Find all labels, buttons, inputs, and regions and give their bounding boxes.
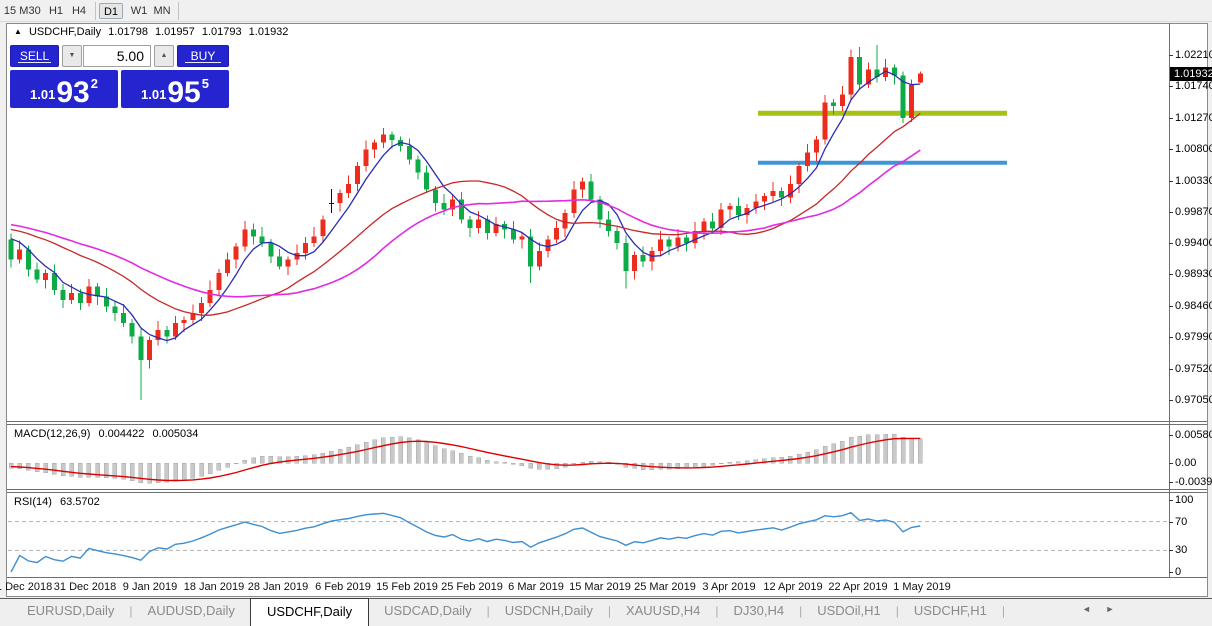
price-axis-line — [1169, 23, 1170, 578]
timeframe-15[interactable]: 15 — [3, 3, 17, 19]
price-axis-tick — [1169, 55, 1173, 56]
toolbar-separator — [178, 2, 179, 20]
panel-separator — [7, 424, 1207, 425]
rsi-axis-tick — [1169, 500, 1173, 501]
date-axis-label: 6 Feb 2019 — [315, 581, 371, 593]
rsi-axis-label: 100 — [1175, 494, 1193, 506]
panel-separator — [7, 492, 1207, 493]
current-price-tag: 1.01932 — [1170, 67, 1212, 81]
macd-value: 0.004422 — [98, 428, 144, 440]
toolbar-separator — [95, 2, 96, 20]
timeframe-w1[interactable]: W1 — [129, 3, 149, 19]
tab-scroll-right-icon[interactable]: ► — [1105, 604, 1120, 614]
chart-tab-usdcad-daily[interactable]: USDCAD,Daily — [369, 599, 486, 624]
price-axis-tick — [1169, 181, 1173, 182]
date-axis-label: 31 Dec 2018 — [54, 581, 116, 593]
rsi-axis-label: 0 — [1175, 566, 1181, 578]
date-axis-label: 15 Feb 2019 — [376, 581, 438, 593]
chart-tab-usdcnh-daily[interactable]: USDCNH,Daily — [490, 599, 608, 624]
date-axis-label: 9 Jan 2019 — [123, 581, 177, 593]
price-axis-label: 0.97520 — [1175, 363, 1212, 375]
price-axis-label: 1.02210 — [1175, 49, 1212, 61]
panel-separator[interactable] — [7, 489, 1207, 490]
date-axis-label: 15 Mar 2019 — [569, 581, 631, 593]
panel-separator — [7, 577, 1207, 578]
price-axis-label: 0.98930 — [1175, 268, 1212, 280]
timeframe-m30[interactable]: M30 — [17, 3, 43, 19]
date-axis-label: 18 Jan 2019 — [184, 581, 245, 593]
timeframe-h4[interactable]: H4 — [69, 3, 89, 19]
date-axis-label: 12 Apr 2019 — [763, 581, 822, 593]
price-axis-label: 0.98460 — [1175, 300, 1212, 312]
rsi-axis-label: 70 — [1175, 516, 1187, 528]
rsi-axis-tick — [1169, 550, 1173, 551]
price-axis-label: 1.01270 — [1175, 112, 1212, 124]
price-axis-tick — [1169, 400, 1173, 401]
ma-slow-line — [11, 150, 920, 297]
date-axis-label: 21 Dec 2018 — [0, 581, 52, 593]
rsi-label: RSI(14) 63.5702 — [14, 496, 105, 508]
chart-tab-usdoil-h1[interactable]: USDOil,H1 — [802, 599, 896, 624]
price-axis-tick — [1169, 306, 1173, 307]
chart-tab-eurusd-daily[interactable]: EURUSD,Daily — [12, 599, 129, 624]
date-axis-label: 22 Apr 2019 — [828, 581, 887, 593]
price-axis-tick — [1169, 274, 1173, 275]
date-axis-label: 28 Jan 2019 — [248, 581, 309, 593]
candlestick-chart[interactable] — [8, 33, 1169, 421]
timeframe-mn[interactable]: MN — [151, 3, 173, 19]
price-axis-tick — [1169, 337, 1173, 338]
chart-tab-bar: EURUSD,Daily|AUDUSD,DailyUSDCHF,DailyUSD… — [0, 598, 1212, 626]
price-axis-label: 1.01740 — [1175, 80, 1212, 92]
price-axis-label: 0.99870 — [1175, 206, 1212, 218]
date-axis-label: 25 Feb 2019 — [441, 581, 503, 593]
price-axis-label: 1.00800 — [1175, 143, 1212, 155]
chart-tab-usdchf-daily[interactable]: USDCHF,Daily — [250, 598, 369, 626]
macd-axis-tick — [1169, 463, 1173, 464]
macd-axis-label: -0.003945 — [1175, 476, 1212, 488]
price-axis-label: 0.99400 — [1175, 237, 1212, 249]
tab-divider: | — [1002, 599, 1005, 618]
chart-tab-xauusd-h4[interactable]: XAUUSD,H4 — [611, 599, 715, 624]
price-axis-tick — [1169, 118, 1173, 119]
chart-tab-dj30-h4[interactable]: DJ30,H4 — [719, 599, 800, 624]
rsi-axis-label: 30 — [1175, 544, 1187, 556]
date-axis-label: 3 Apr 2019 — [702, 581, 755, 593]
price-axis-tick — [1169, 243, 1173, 244]
macd-name: MACD(12,26,9) — [14, 428, 90, 440]
price-axis-label: 1.00330 — [1175, 175, 1212, 187]
price-axis-tick — [1169, 369, 1173, 370]
macd-axis-tick — [1169, 482, 1173, 483]
date-axis-label: 6 Mar 2019 — [508, 581, 564, 593]
tab-scroll-left-icon[interactable]: ◄ — [1082, 604, 1097, 614]
macd-axis-tick — [1169, 435, 1173, 436]
macd-label: MACD(12,26,9) 0.004422 0.005034 — [14, 428, 203, 440]
rsi-value: 63.5702 — [60, 496, 100, 508]
macd-histogram — [9, 434, 922, 483]
chart-tab-audusd-daily[interactable]: AUDUSD,Daily — [133, 599, 250, 624]
price-axis-label: 0.97050 — [1175, 394, 1212, 406]
price-axis-tick — [1169, 212, 1173, 213]
macd-signal-value: 0.005034 — [152, 428, 198, 440]
chart-tab-usdchf-h1[interactable]: USDCHF,H1 — [899, 599, 1002, 624]
macd-axis-label: 0.005805 — [1175, 429, 1212, 441]
price-axis-label: 0.97990 — [1175, 331, 1212, 343]
price-axis-tick — [1169, 149, 1173, 150]
date-axis-label: 25 Mar 2019 — [634, 581, 696, 593]
date-axis-label: 1 May 2019 — [893, 581, 950, 593]
timeframe-h1[interactable]: H1 — [46, 3, 66, 19]
price-axis-tick — [1169, 86, 1173, 87]
rsi-axis-tick — [1169, 522, 1173, 523]
panel-separator[interactable] — [7, 421, 1207, 422]
rsi-axis-tick — [1169, 572, 1173, 573]
rsi-name: RSI(14) — [14, 496, 52, 508]
timeframe-d1[interactable]: D1 — [99, 3, 123, 19]
rsi-indicator-panel[interactable] — [8, 493, 1169, 577]
timeframe-toolbar: 15M30H1H4 D1 W1MN — [0, 0, 1212, 22]
ma-medium-line — [11, 113, 920, 315]
macd-axis-label: 0.00 — [1175, 457, 1196, 469]
